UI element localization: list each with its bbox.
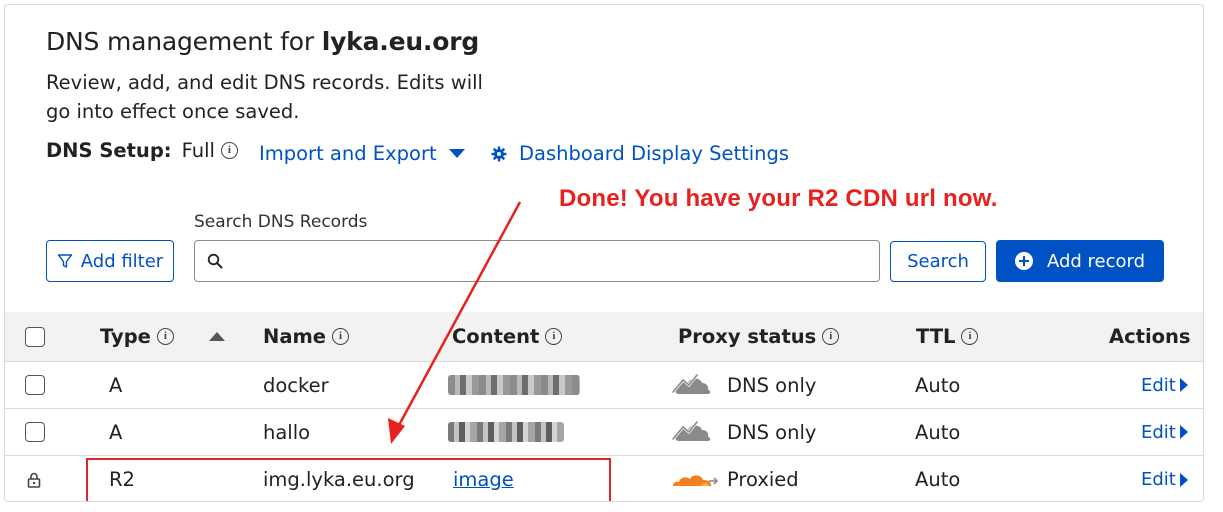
annotation-arrow: [388, 201, 522, 444]
